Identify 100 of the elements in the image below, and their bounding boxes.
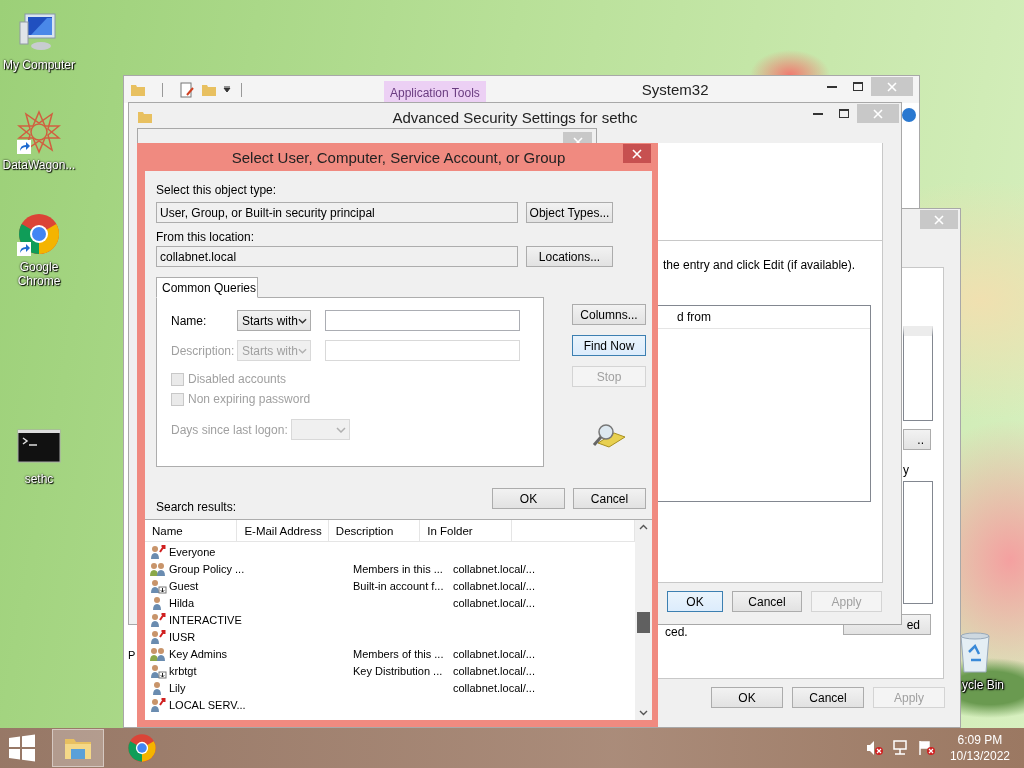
query-label: Name: [171, 312, 208, 329]
principal-name: Key Admins [169, 647, 228, 660]
description-text: Members of this ... [353, 647, 444, 660]
properties-icon [179, 81, 195, 98]
field-label: From this location: [156, 229, 256, 245]
field-label: Select this object type: [156, 182, 278, 198]
dialog-button[interactable]: Cancel [573, 488, 646, 509]
result-row[interactable]: Hilda collabnet.local/... [145, 594, 635, 611]
principal-name: Guest [169, 579, 199, 592]
column-header[interactable]: d from [677, 310, 711, 324]
network-icon[interactable] [891, 740, 910, 756]
user-arrow-icon [150, 628, 167, 645]
result-row[interactable]: Guest Built-in account f... collabnet.local/... [145, 577, 635, 594]
folder-text: collabnet.local/... [453, 664, 535, 677]
folder-icon [137, 110, 153, 124]
column-header[interactable]: Description [328, 520, 421, 541]
chevron-down-icon [298, 317, 307, 324]
maximize-icon [839, 109, 849, 118]
result-row[interactable]: Group Policy ... Members in this ... collabnet.local/... [145, 560, 635, 577]
advanced-note: ced. [665, 625, 688, 639]
description-text: Built-in account f... [353, 579, 444, 592]
result-row[interactable]: Lily collabnet.local/... [145, 679, 635, 696]
close-icon [934, 214, 944, 225]
user-arrow-icon [150, 543, 167, 560]
dialog-button[interactable]: OK [492, 488, 565, 509]
windows-logo-icon[interactable] [8, 734, 36, 762]
new-folder-icon [201, 82, 217, 97]
checkbox-label: Disabled accounts [188, 371, 287, 387]
scroll-thumb[interactable] [637, 612, 650, 633]
location-field: collabnet.local [156, 246, 518, 267]
dialog-button[interactable]: Find Now [572, 335, 646, 356]
user-arrow-icon [150, 696, 167, 713]
folder-text: collabnet.local/... [453, 579, 535, 592]
close-icon [873, 108, 883, 119]
group-icon [150, 645, 167, 662]
window-title: Advanced Security Settings for sethc [392, 108, 638, 126]
chevron-down-icon [335, 426, 346, 433]
query-input[interactable] [325, 310, 520, 331]
result-row[interactable]: LOCAL SERV... [145, 696, 635, 713]
folder-text: collabnet.local/... [453, 647, 535, 660]
dialog-button[interactable]: Cancel [792, 687, 864, 708]
description-text: Key Distribution ... [353, 664, 443, 677]
scroll-down-icon [639, 710, 648, 716]
principal-name: INTERACTIVE [169, 613, 242, 626]
close-icon [887, 81, 897, 92]
close-icon [632, 148, 642, 159]
principal-name: Hilda [169, 596, 195, 609]
results-label: Search results: [156, 500, 237, 514]
flag-icon[interactable] [917, 740, 936, 756]
user-down-arrow-icon [150, 577, 167, 594]
dialog-button[interactable]: OK [667, 591, 723, 612]
instruction-text: the entry and click Edit (if available). [663, 258, 856, 272]
search-folder-icon [592, 423, 626, 449]
list-label: y [903, 463, 909, 477]
close-button[interactable] [623, 144, 651, 163]
minimize-icon [813, 112, 823, 115]
folder-icon [130, 82, 146, 97]
principal-name: Group Policy ... [169, 562, 245, 575]
principal-name: Everyone [169, 545, 216, 558]
folder-text: collabnet.local/... [453, 562, 535, 575]
result-row[interactable]: INTERACTIVE [145, 611, 635, 628]
chevron-down-icon [298, 347, 307, 354]
tab[interactable]: Common Queries [156, 277, 258, 298]
clock-time: 6:09 PM [957, 732, 1003, 748]
result-row[interactable]: Everyone [145, 543, 635, 560]
scrollbar[interactable] [635, 520, 652, 720]
edit-button[interactable]: .. [903, 429, 931, 450]
column-header[interactable]: In Folder [420, 520, 512, 541]
operator-dropdown[interactable]: Starts with [237, 310, 311, 331]
description-text: Members in this ... [353, 562, 443, 575]
object-types-button[interactable]: Object Types... [526, 202, 613, 223]
dialog-button[interactable]: OK [711, 687, 783, 708]
column-header[interactable]: Name [145, 520, 238, 541]
dialog-button[interactable]: Cancel [732, 591, 802, 612]
taskbar-app[interactable] [52, 729, 104, 767]
result-row[interactable]: Key Admins Members of this ... collabnet.local/... [145, 645, 635, 662]
folder-text: collabnet.local/... [453, 596, 535, 609]
pane-text: P [128, 649, 136, 661]
clock[interactable]: 6:09 PM 10/13/2022 [949, 732, 1010, 764]
principal-name: LOCAL SERV... [169, 698, 246, 711]
user-arrow-icon [150, 611, 167, 628]
query-label: Description: [171, 342, 236, 359]
result-row[interactable]: krbtgt Key Distribution ... collabnet.local/... [145, 662, 635, 679]
chrome-icon [127, 733, 157, 763]
scroll-up-icon [639, 524, 648, 530]
dialog-title: Select User, Computer, Service Account, or Group [231, 148, 566, 166]
locations-button[interactable]: Locations... [526, 246, 613, 267]
dropdown-icon [223, 85, 231, 94]
column-header[interactable]: E-Mail Address [237, 520, 329, 541]
group-icon [150, 560, 167, 577]
star-pattern-icon [17, 110, 61, 154]
principal-name: Lily [169, 681, 186, 694]
object-type-field: User, Group, or Built-in security principal [156, 202, 518, 223]
context-tab[interactable]: Application Tools [384, 81, 486, 103]
principal-name: IUSR [169, 630, 196, 643]
minimize-icon [827, 85, 837, 88]
principal-name: krbtgt [169, 664, 197, 677]
result-row[interactable]: IUSR [145, 628, 635, 645]
volume-muted-icon[interactable] [865, 740, 884, 756]
dialog-button[interactable]: Columns... [572, 304, 646, 325]
